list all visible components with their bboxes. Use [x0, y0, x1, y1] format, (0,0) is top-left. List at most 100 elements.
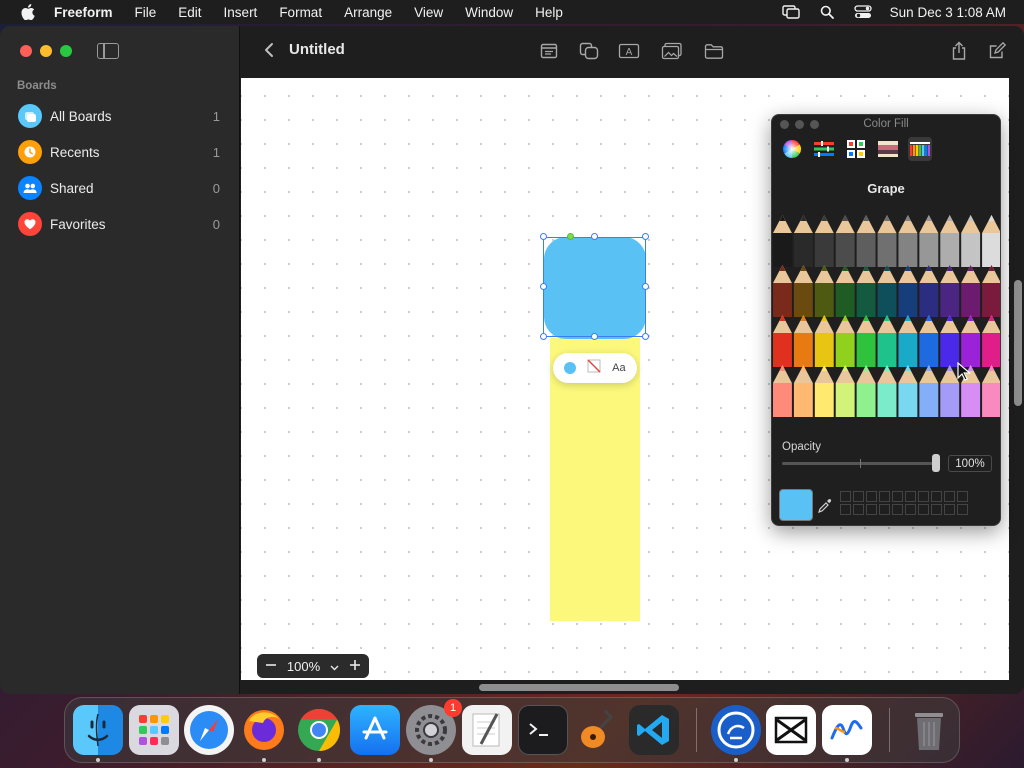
vertical-scrollbar[interactable] [1014, 280, 1022, 406]
empty-swatch[interactable] [866, 491, 877, 502]
empty-swatch[interactable] [892, 491, 903, 502]
pencil-swatch[interactable] [898, 333, 918, 367]
color-wheel-icon[interactable] [780, 137, 804, 161]
pencil-swatch[interactable] [940, 383, 960, 417]
menu-format[interactable]: Format [279, 5, 322, 20]
zoom-window-button[interactable] [60, 45, 72, 57]
visual-studio-code-icon[interactable] [629, 705, 679, 755]
empty-swatch[interactable] [931, 504, 942, 515]
sidebar-item-shared[interactable]: Shared 0 [10, 170, 230, 206]
opacity-slider-thumb[interactable] [932, 454, 940, 472]
screen-sharing-icon[interactable] [711, 705, 761, 755]
menu-window[interactable]: Window [465, 5, 513, 20]
eyedropper-icon[interactable] [816, 497, 834, 515]
text-format-button[interactable]: Aa [612, 362, 625, 374]
pencil-swatch[interactable] [940, 233, 960, 267]
empty-swatch[interactable] [892, 504, 903, 515]
compose-icon[interactable] [985, 40, 1009, 62]
app-store-icon[interactable] [350, 705, 400, 755]
capcut-icon[interactable] [766, 705, 816, 755]
media-icon[interactable] [660, 40, 684, 62]
panel-titlebar[interactable]: Color Fill [772, 115, 1000, 135]
empty-swatch[interactable] [957, 491, 968, 502]
sliders-icon[interactable] [812, 137, 836, 161]
pencil-swatch[interactable] [982, 283, 1001, 317]
pencil-swatch[interactable] [814, 233, 834, 267]
pencil-swatch[interactable] [961, 233, 981, 267]
pencil-swatch[interactable] [961, 283, 981, 317]
pencil-swatch[interactable] [982, 333, 1001, 367]
zoom-level[interactable]: 100% [287, 659, 320, 674]
pencil-swatch[interactable] [814, 383, 834, 417]
empty-swatch[interactable] [840, 491, 851, 502]
pencil-swatch[interactable] [919, 233, 939, 267]
apple-menu-icon[interactable] [20, 4, 36, 20]
empty-swatch[interactable] [879, 504, 890, 515]
pencil-swatch[interactable] [898, 283, 918, 317]
empty-swatch[interactable] [853, 491, 864, 502]
chrome-icon[interactable] [294, 705, 344, 755]
spotlight-search-icon[interactable] [818, 5, 836, 19]
sidebar-toggle-icon[interactable] [97, 43, 119, 59]
pencils-icon[interactable] [908, 137, 932, 161]
control-center-icon[interactable] [854, 5, 872, 19]
resize-handle[interactable] [591, 333, 598, 340]
menu-bar-clock[interactable]: Sun Dec 3 1:08 AM [890, 5, 1006, 20]
empty-swatch[interactable] [866, 504, 877, 515]
share-icon[interactable] [947, 40, 971, 62]
empty-swatch[interactable] [931, 491, 942, 502]
empty-swatch[interactable] [879, 491, 890, 502]
pencil-swatch[interactable] [982, 233, 1001, 267]
empty-swatch[interactable] [905, 504, 916, 515]
pencil-swatch[interactable] [793, 383, 813, 417]
pencil-swatch[interactable] [940, 283, 960, 317]
script-editor-icon[interactable] [462, 705, 512, 755]
pencil-swatch[interactable] [877, 283, 897, 317]
shapes-icon[interactable] [577, 40, 601, 62]
pencil-swatch[interactable] [835, 383, 855, 417]
pencil-swatch[interactable] [773, 333, 792, 367]
freeform-icon[interactable] [822, 705, 872, 755]
empty-swatch[interactable] [840, 504, 851, 515]
menu-edit[interactable]: Edit [178, 5, 201, 20]
color-palettes-icon[interactable] [844, 137, 868, 161]
pencil-swatch[interactable] [856, 333, 876, 367]
pencil-swatch[interactable] [856, 383, 876, 417]
empty-swatch[interactable] [944, 504, 955, 515]
sidebar-item-favorites[interactable]: Favorites 0 [10, 206, 230, 242]
pencil-swatch[interactable] [877, 233, 897, 267]
zoom-in-icon[interactable] [349, 659, 361, 674]
pencil-swatch[interactable] [835, 283, 855, 317]
resize-handle[interactable] [642, 283, 649, 290]
opacity-slider[interactable] [782, 459, 938, 468]
horizontal-scrollbar[interactable] [479, 684, 679, 691]
terminal-icon[interactable] [518, 705, 568, 755]
trash-icon[interactable] [904, 705, 954, 755]
pencil-swatch[interactable] [814, 333, 834, 367]
garageband-icon[interactable] [573, 705, 623, 755]
pencil-swatch[interactable] [856, 283, 876, 317]
menu-arrange[interactable]: Arrange [344, 5, 392, 20]
empty-swatch[interactable] [918, 504, 929, 515]
empty-swatch[interactable] [957, 504, 968, 515]
firefox-icon[interactable] [239, 705, 289, 755]
no-border-icon[interactable] [587, 359, 601, 378]
empty-swatch[interactable] [944, 491, 955, 502]
safari-icon[interactable] [184, 705, 234, 755]
current-color-swatch[interactable] [779, 489, 813, 521]
pencil-swatch[interactable] [982, 383, 1001, 417]
crayon-pencil-picker[interactable] [772, 211, 1001, 431]
sticky-note-icon[interactable] [537, 40, 561, 62]
menu-insert[interactable]: Insert [224, 5, 258, 20]
empty-swatch[interactable] [918, 491, 929, 502]
finder-icon[interactable] [73, 705, 123, 755]
pencil-swatch[interactable] [773, 383, 792, 417]
pencil-swatch[interactable] [835, 233, 855, 267]
pencil-swatch[interactable] [793, 233, 813, 267]
connector-handle[interactable] [567, 233, 574, 240]
close-window-button[interactable] [20, 45, 32, 57]
pencil-swatch[interactable] [814, 283, 834, 317]
chevron-down-icon[interactable] [330, 659, 339, 674]
menu-view[interactable]: View [414, 5, 443, 20]
resize-handle[interactable] [642, 333, 649, 340]
